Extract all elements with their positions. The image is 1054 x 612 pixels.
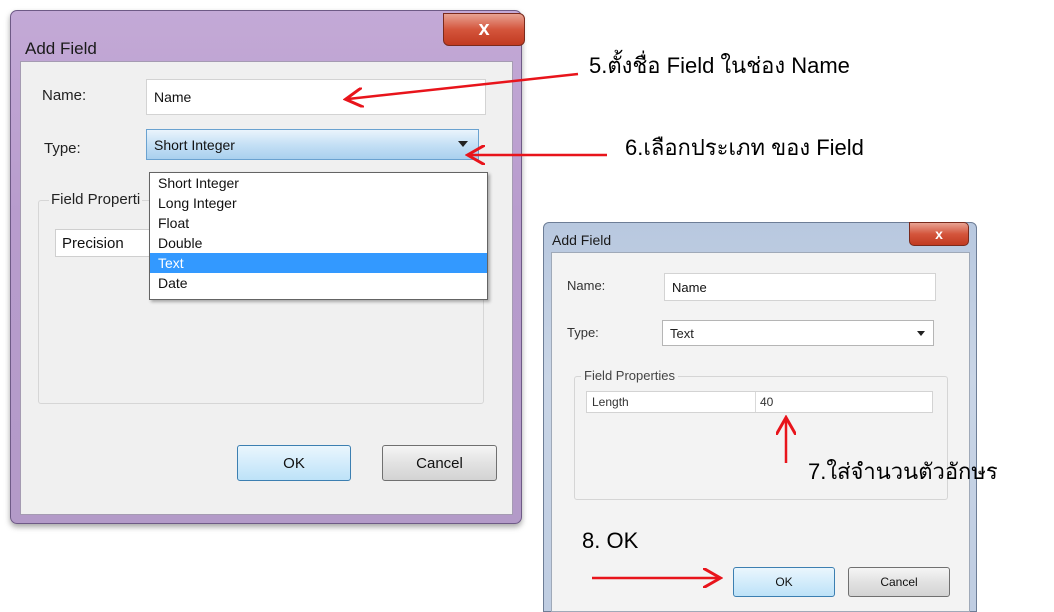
annotation-arrows: [0, 72, 1054, 612]
arrow-to-name-input: [348, 72, 579, 99]
